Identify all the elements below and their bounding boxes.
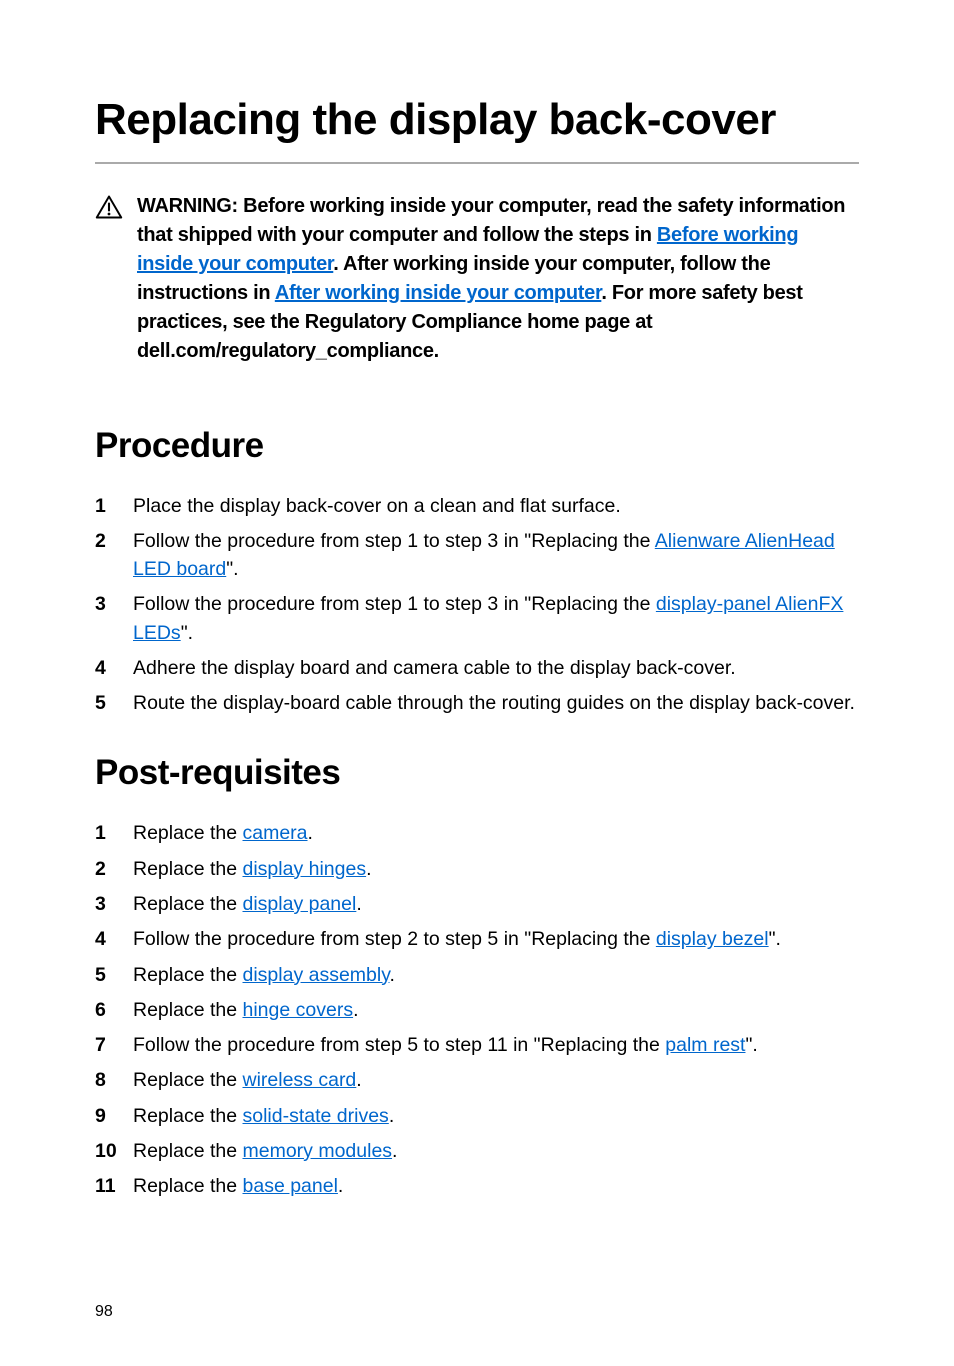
- step-text: Place the display back-cover on a clean …: [133, 495, 621, 517]
- step-link[interactable]: camera: [243, 822, 308, 844]
- step-text: Replace the: [133, 1175, 243, 1197]
- page-number: 98: [95, 1303, 113, 1321]
- list-item: Replace the camera.: [95, 819, 859, 847]
- list-item: Replace the display assembly.: [95, 961, 859, 989]
- postreq-heading: Post-requisites: [95, 753, 859, 793]
- list-item: Route the display-board cable through th…: [95, 689, 859, 717]
- step-text: Replace the: [133, 1140, 243, 1162]
- list-item: Replace the solid-state drives.: [95, 1102, 859, 1130]
- list-item: Follow the procedure from step 1 to step…: [95, 527, 859, 584]
- step-text-post: .: [338, 1175, 343, 1197]
- list-item: Replace the wireless card.: [95, 1066, 859, 1094]
- step-text: Replace the: [133, 1069, 243, 1091]
- step-text: Replace the: [133, 1105, 243, 1127]
- postreq-list: Replace the camera. Replace the display …: [95, 819, 859, 1200]
- step-text: Route the display-board cable through th…: [133, 692, 855, 714]
- warning-block: WARNING: Before working inside your comp…: [95, 192, 859, 366]
- page-title: Replacing the display back-cover: [95, 95, 859, 146]
- step-text: Follow the procedure from step 1 to step…: [133, 593, 656, 615]
- step-text: Follow the procedure from step 5 to step…: [133, 1034, 665, 1056]
- step-text: Follow the procedure from step 2 to step…: [133, 928, 656, 950]
- list-item: Replace the memory modules.: [95, 1137, 859, 1165]
- warning-icon: [95, 194, 123, 220]
- step-link[interactable]: display hinges: [243, 858, 367, 880]
- title-divider: [95, 162, 859, 164]
- step-text: Replace the: [133, 964, 243, 986]
- step-text-post: .: [366, 858, 371, 880]
- step-link[interactable]: memory modules: [243, 1140, 393, 1162]
- step-text: Replace the: [133, 822, 243, 844]
- list-item: Follow the procedure from step 1 to step…: [95, 590, 859, 647]
- step-link[interactable]: display panel: [243, 893, 357, 915]
- step-text-post: .: [356, 893, 361, 915]
- step-text: Adhere the display board and camera cabl…: [133, 657, 736, 679]
- step-text-post: .: [308, 822, 313, 844]
- list-item: Follow the procedure from step 5 to step…: [95, 1031, 859, 1059]
- step-text: Follow the procedure from step 1 to step…: [133, 530, 655, 552]
- step-text-post: .: [390, 964, 395, 986]
- list-item: Replace the display hinges.: [95, 855, 859, 883]
- list-item: Place the display back-cover on a clean …: [95, 492, 859, 520]
- step-text-post: ".: [226, 558, 238, 580]
- list-item: Replace the display panel.: [95, 890, 859, 918]
- procedure-list: Place the display back-cover on a clean …: [95, 492, 859, 718]
- step-link[interactable]: display bezel: [656, 928, 769, 950]
- step-link[interactable]: wireless card: [243, 1069, 357, 1091]
- list-item: Follow the procedure from step 2 to step…: [95, 925, 859, 953]
- step-text-post: .: [392, 1140, 397, 1162]
- step-text-post: .: [389, 1105, 394, 1127]
- step-text-post: .: [356, 1069, 361, 1091]
- step-text-post: ".: [181, 622, 193, 644]
- step-link[interactable]: solid-state drives: [243, 1105, 389, 1127]
- step-text: Replace the: [133, 999, 243, 1021]
- warning-text: WARNING: Before working inside your comp…: [137, 192, 849, 366]
- list-item: Adhere the display board and camera cabl…: [95, 654, 859, 682]
- list-item: Replace the hinge covers.: [95, 996, 859, 1024]
- step-text: Replace the: [133, 858, 243, 880]
- step-text-post: ".: [769, 928, 781, 950]
- step-link[interactable]: hinge covers: [243, 999, 354, 1021]
- step-link[interactable]: display assembly: [243, 964, 390, 986]
- step-link[interactable]: palm rest: [665, 1034, 745, 1056]
- step-text: Replace the: [133, 893, 243, 915]
- step-link[interactable]: base panel: [243, 1175, 338, 1197]
- step-text-post: ".: [745, 1034, 757, 1056]
- step-text-post: .: [353, 999, 358, 1021]
- list-item: Replace the base panel.: [95, 1172, 859, 1200]
- warning-link-after[interactable]: After working inside your computer: [275, 282, 602, 304]
- procedure-heading: Procedure: [95, 426, 859, 466]
